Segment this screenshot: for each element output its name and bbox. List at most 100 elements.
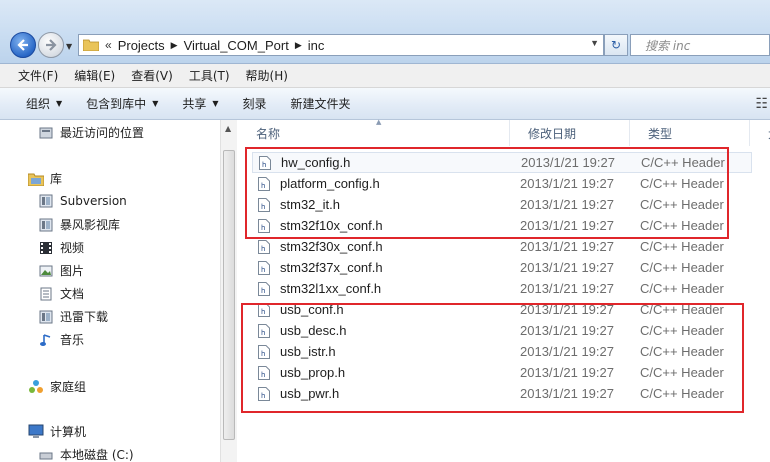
recent-pages-dropdown-icon[interactable]: ▼ <box>66 42 72 51</box>
search-placeholder: 搜索 inc <box>645 38 691 53</box>
organize-button[interactable]: 组织 ▼ <box>26 95 62 112</box>
scrollbar-thumb[interactable] <box>223 150 235 440</box>
c-header-file-icon: h <box>258 281 270 296</box>
column-header-type[interactable]: 类型 <box>630 120 750 146</box>
svg-text:h: h <box>261 224 265 232</box>
navigation-scrollbar[interactable]: ▲ <box>220 120 237 462</box>
nav-item-music[interactable]: 音乐 <box>38 331 84 348</box>
nav-item-xunlei-downloads[interactable]: 迅雷下载 <box>38 308 108 325</box>
documents-library-icon <box>38 286 54 302</box>
navigation-pane: 最近访问的位置 库 Subversion 暴风影视库 视频 图片 文档 迅雷下载… <box>0 120 220 462</box>
file-row[interactable]: h hw_config.h 2013/1/21 19:27 C/C++ Head… <box>252 152 752 173</box>
nav-item-recent-places[interactable]: 最近访问的位置 <box>38 124 144 141</box>
new-folder-button[interactable]: 新建文件夹 <box>291 95 351 112</box>
file-row[interactable]: h stm32f30x_conf.h 2013/1/21 19:27 C/C++… <box>252 236 752 257</box>
file-row[interactable]: h usb_desc.h 2013/1/21 19:27 C/C++ Heade… <box>252 320 752 341</box>
file-row[interactable]: h usb_pwr.h 2013/1/21 19:27 C/C++ Header <box>252 383 752 404</box>
chevron-down-icon: ▼ <box>56 99 63 108</box>
forward-arrow-icon <box>46 39 57 51</box>
menu-view[interactable]: 查看(V) <box>131 67 173 84</box>
back-arrow-icon <box>17 39 28 51</box>
menu-edit[interactable]: 编辑(E) <box>74 67 115 84</box>
computer-icon <box>28 424 44 440</box>
column-header-name[interactable]: 名称 ▲ <box>238 118 510 146</box>
nav-item-subversion[interactable]: Subversion <box>38 193 127 209</box>
address-toolbar: ▼ « Projects ▶ Virtual_COM_Port ▶ inc ▼ ↻ … <box>0 0 770 64</box>
svg-text:h: h <box>261 371 265 379</box>
scroll-up-icon[interactable]: ▲ <box>225 124 231 133</box>
nav-item-pictures[interactable]: 图片 <box>38 262 84 279</box>
column-header-size[interactable]: 大 <box>750 120 770 146</box>
command-bar: 组织 ▼ 包含到库中 ▼ 共享 ▼ 刻录 新建文件夹 ☷ <box>0 88 770 120</box>
libraries-icon <box>28 171 44 187</box>
homegroup-icon <box>28 379 44 395</box>
nav-item-videos[interactable]: 视频 <box>38 239 84 256</box>
file-list: 名称 ▲ 修改日期 类型 大 h hw_config.h 2013/1/21 1… <box>238 118 770 462</box>
nav-item-local-disk-c[interactable]: 本地磁盘 (C:) <box>38 446 134 462</box>
c-header-file-icon: h <box>258 239 270 254</box>
file-row[interactable]: h usb_conf.h 2013/1/21 19:27 C/C++ Heade… <box>252 299 752 320</box>
sort-ascending-icon: ▲ <box>376 118 382 126</box>
file-row[interactable]: h stm32l1xx_conf.h 2013/1/21 19:27 C/C++… <box>252 278 752 299</box>
back-button[interactable] <box>10 32 36 58</box>
svg-text:h: h <box>261 350 265 358</box>
breadcrumb-virtual-com-port[interactable]: Virtual_COM_Port ▶ <box>184 38 308 53</box>
c-header-file-icon: h <box>258 302 270 317</box>
menu-bar: 文件(F) 编辑(E) 查看(V) 工具(T) 帮助(H) <box>0 64 770 88</box>
music-library-icon <box>38 332 54 348</box>
column-header-date-modified[interactable]: 修改日期 <box>510 120 630 146</box>
file-row[interactable]: h usb_istr.h 2013/1/21 19:27 C/C++ Heade… <box>252 341 752 362</box>
video-library-icon <box>38 240 54 256</box>
breadcrumb-separator-icon[interactable]: ▶ <box>295 40 302 51</box>
menu-file[interactable]: 文件(F) <box>18 67 58 84</box>
svg-text:h: h <box>262 161 266 169</box>
file-row[interactable]: h usb_prop.h 2013/1/21 19:27 C/C++ Heade… <box>252 362 752 383</box>
nav-item-documents[interactable]: 文档 <box>38 285 84 302</box>
menu-help[interactable]: 帮助(H) <box>246 67 288 84</box>
breadcrumb-separator-icon[interactable]: ▶ <box>171 40 178 51</box>
svg-text:h: h <box>261 392 265 400</box>
nav-item-baofeng-library[interactable]: 暴风影视库 <box>38 216 120 233</box>
address-bar[interactable]: « Projects ▶ Virtual_COM_Port ▶ inc ▼ <box>78 34 604 56</box>
forward-button[interactable] <box>38 32 64 58</box>
address-history-dropdown-icon[interactable]: ▼ <box>590 38 599 48</box>
address-overflow-chevron[interactable]: « <box>105 38 112 52</box>
c-header-file-icon: h <box>258 323 270 338</box>
nav-item-homegroup[interactable]: 家庭组 <box>28 378 86 395</box>
svg-text:h: h <box>261 203 265 211</box>
c-header-file-icon: h <box>258 260 270 275</box>
menu-tools[interactable]: 工具(T) <box>189 67 230 84</box>
file-row[interactable]: h platform_config.h 2013/1/21 19:27 C/C+… <box>252 173 752 194</box>
refresh-icon: ↻ <box>610 38 622 52</box>
refresh-button[interactable]: ↻ <box>604 34 628 56</box>
c-header-file-icon: h <box>258 197 270 212</box>
library-folder-icon <box>38 309 54 325</box>
svg-text:h: h <box>261 329 265 337</box>
svg-text:h: h <box>261 308 265 316</box>
library-folder-icon <box>38 217 54 233</box>
nav-item-libraries[interactable]: 库 <box>28 170 62 187</box>
svg-text:h: h <box>261 245 265 253</box>
file-row[interactable]: h stm32f37x_conf.h 2013/1/21 19:27 C/C++… <box>252 257 752 278</box>
drive-icon <box>38 447 54 462</box>
search-input[interactable]: 搜索 inc <box>630 34 770 56</box>
include-in-library-button[interactable]: 包含到库中 ▼ <box>86 95 158 112</box>
c-header-file-icon: h <box>258 344 270 359</box>
chevron-down-icon: ▼ <box>152 99 159 108</box>
nav-item-computer[interactable]: 计算机 <box>28 423 86 440</box>
share-button[interactable]: 共享 ▼ <box>182 95 218 112</box>
file-row[interactable]: h stm32_it.h 2013/1/21 19:27 C/C++ Heade… <box>252 194 752 215</box>
folder-icon <box>83 39 99 51</box>
view-options-icon[interactable]: ☷ <box>755 96 768 112</box>
recent-places-icon <box>38 125 54 141</box>
chevron-down-icon: ▼ <box>212 99 219 108</box>
library-folder-icon <box>38 193 54 209</box>
svg-text:h: h <box>261 182 265 190</box>
c-header-file-icon: h <box>259 155 271 170</box>
breadcrumb-inc[interactable]: inc <box>308 38 325 53</box>
c-header-file-icon: h <box>258 386 270 401</box>
breadcrumb-projects[interactable]: Projects ▶ <box>118 38 184 53</box>
svg-text:h: h <box>261 287 265 295</box>
file-row[interactable]: h stm32f10x_conf.h 2013/1/21 19:27 C/C++… <box>252 215 752 236</box>
burn-button[interactable]: 刻录 <box>243 95 267 112</box>
